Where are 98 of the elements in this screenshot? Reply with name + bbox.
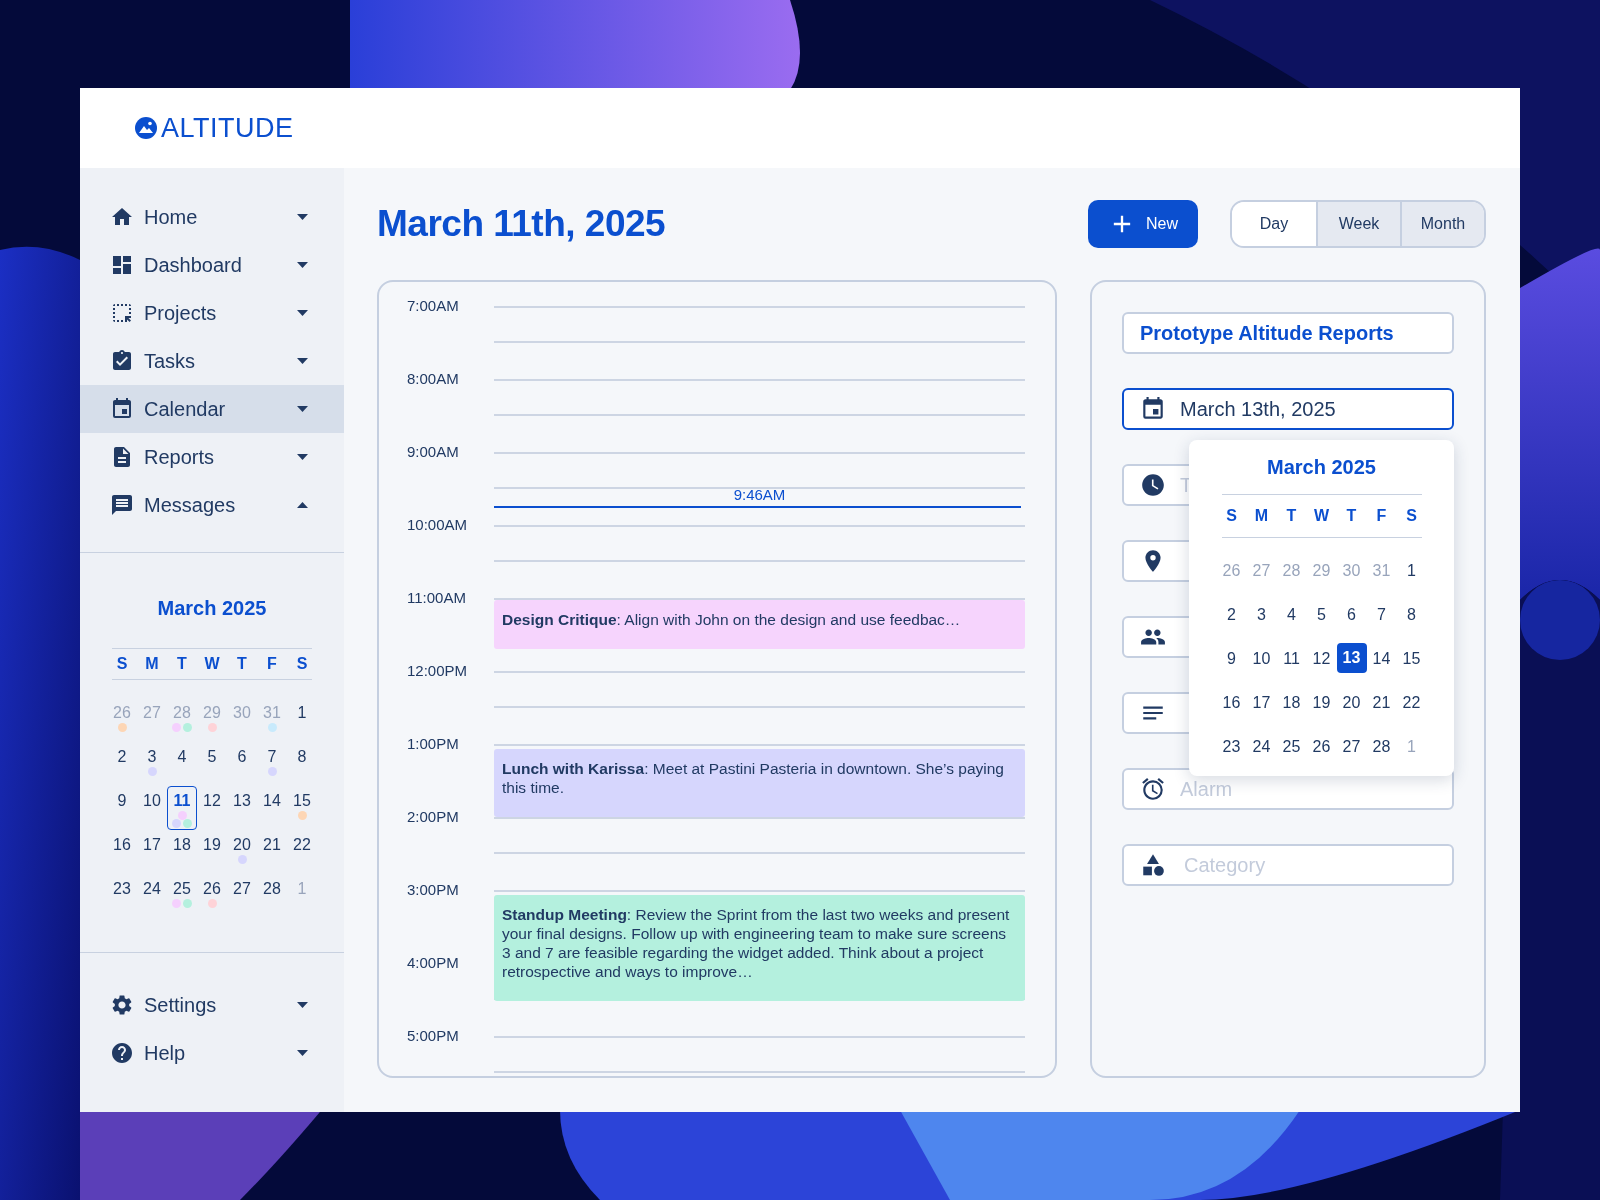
calendar-day[interactable]: 17 <box>1246 688 1277 732</box>
hour-label: 12:00PM <box>407 662 469 680</box>
calendar-title: March 2025 <box>1267 455 1376 480</box>
calendar-title: March 2025 <box>157 597 267 621</box>
calendar-day[interactable]: 26 <box>197 874 227 918</box>
nav-item[interactable]: Reports <box>80 433 344 481</box>
view-tab[interactable]: Day <box>1232 202 1316 246</box>
new-button[interactable]: New <box>1088 200 1198 248</box>
calendar-day[interactable]: 16 <box>107 830 137 874</box>
calendar-day[interactable]: 4 <box>1276 600 1307 644</box>
weekday-label: F <box>266 655 278 673</box>
hour-label: 2:00PM <box>407 808 460 826</box>
weekday-label: T <box>1345 507 1358 525</box>
calendar-day[interactable]: 4 <box>167 742 197 786</box>
weekday-label: W <box>203 655 221 673</box>
hour-label: 4:00PM <box>407 954 460 972</box>
calendar-day[interactable]: 6 <box>227 742 257 786</box>
hour-label: 11:00AM <box>407 589 467 607</box>
weekday-label: W <box>1312 507 1331 525</box>
calendar-day[interactable]: 9 <box>1216 644 1247 688</box>
calendar-day[interactable]: 25 <box>167 874 197 918</box>
calendar-day[interactable]: 28 <box>257 874 287 918</box>
calendar-day[interactable]: 11 <box>1276 644 1307 688</box>
calendar-day[interactable]: 3 <box>137 742 167 786</box>
view-tab[interactable]: Month <box>1400 202 1484 246</box>
view-tab[interactable]: Week <box>1316 202 1400 246</box>
calendar-day[interactable]: 27 <box>227 874 257 918</box>
calendar-day[interactable]: 21 <box>257 830 287 874</box>
calendar-day[interactable]: 1 <box>287 698 317 742</box>
weekday-label: T <box>236 655 248 673</box>
calendar-day[interactable]: 12 <box>1306 644 1337 688</box>
calendar-day[interactable]: 8 <box>287 742 317 786</box>
calendar-day[interactable]: 8 <box>1396 600 1427 644</box>
calendar-day[interactable]: 17 <box>137 830 167 874</box>
calendar-day[interactable]: 22 <box>1396 688 1427 732</box>
weekday-label: S <box>295 655 309 673</box>
calendar-day[interactable]: 12 <box>197 786 227 830</box>
calendar-day[interactable]: 7 <box>257 742 287 786</box>
calendar-day[interactable]: 24 <box>137 874 167 918</box>
nav-item[interactable]: Dashboard <box>80 241 344 289</box>
hour-label: 3:00PM <box>407 881 460 899</box>
calendar-day[interactable]: 19 <box>1306 688 1337 732</box>
nav-item[interactable]: Calendar <box>80 385 344 433</box>
calendar-day[interactable]: 3 <box>1246 600 1277 644</box>
calendar-day[interactable]: 6 <box>1336 600 1367 644</box>
weekday-label: T <box>176 655 188 673</box>
calendar-day[interactable]: 18 <box>1276 688 1307 732</box>
hour-label: 10:00AM <box>407 516 469 534</box>
logo-text: ALTITUDE <box>161 112 294 144</box>
calendar-day[interactable]: 2 <box>1216 600 1247 644</box>
calendar-day[interactable]: 9 <box>107 786 137 830</box>
nav-item[interactable]: Home <box>80 193 344 241</box>
hour-label: 1:00PM <box>407 735 460 753</box>
weekday-label: S <box>115 655 129 673</box>
calendar-day[interactable]: 15 <box>287 786 317 830</box>
calendar-day[interactable]: 5 <box>1306 600 1337 644</box>
page-title: March 11th, 2025 <box>377 203 667 245</box>
calendar-day[interactable]: 10 <box>1246 644 1277 688</box>
nav-item[interactable]: Messages <box>80 481 344 529</box>
calendar-day[interactable]: 20 <box>1336 688 1367 732</box>
calendar-day[interactable]: 21 <box>1366 688 1397 732</box>
calendar-day[interactable]: 16 <box>1216 688 1247 732</box>
weekday-label: M <box>1253 507 1270 525</box>
weekday-label: S <box>1225 507 1238 525</box>
calendar-day[interactable]: 18 <box>167 830 197 874</box>
calendar-day[interactable]: 2 <box>107 742 137 786</box>
hour-label: 8:00AM <box>407 370 460 388</box>
calendar-day[interactable]: 7 <box>1366 600 1397 644</box>
nav-item[interactable]: Tasks <box>80 337 344 385</box>
date-field[interactable]: March 13th, 2025 <box>1122 388 1454 430</box>
calendar-day[interactable]: 10 <box>137 786 167 830</box>
weekday-label: M <box>144 655 160 673</box>
nav-item[interactable]: Help <box>80 1029 344 1077</box>
calendar-day[interactable]: 13 <box>1336 643 1367 673</box>
calendar-day[interactable]: 13 <box>227 786 257 830</box>
nav-item[interactable]: Settings <box>80 981 344 1029</box>
event-card[interactable]: Lunch with Karissa: Meet at Pastini Pasteria in downtown. She’s paying this time. <box>494 749 1025 817</box>
hour-label: 9:00AM <box>407 443 460 461</box>
calendar-day[interactable]: 14 <box>257 786 287 830</box>
event-card[interactable]: Design Critique: Align with John on the design and use feedbac… <box>494 600 1025 649</box>
event-card[interactable]: Standup Meeting: Review the Sprint from the last two weeks and present your final designs. Follow up with engineering team to make sure screens 3 and 7 are feasible regarding the widget added. Think about a project retrospective and ways to improve… <box>494 895 1025 1001</box>
weekday-label: F <box>1375 507 1388 525</box>
hour-label: 5:00PM <box>407 1027 460 1045</box>
calendar-day[interactable]: 19 <box>197 830 227 874</box>
hour-label: 7:00AM <box>407 297 460 315</box>
calendar-day[interactable]: 15 <box>1396 644 1427 688</box>
weekday-label: S <box>1405 507 1418 525</box>
nav-item[interactable]: Projects <box>80 289 344 337</box>
weekday-label: T <box>1285 507 1298 525</box>
calendar-day[interactable]: 11 <box>167 786 197 830</box>
calendar-day[interactable]: 23 <box>107 874 137 918</box>
calendar-day[interactable]: 20 <box>227 830 257 874</box>
calendar-day[interactable]: 22 <box>287 830 317 874</box>
calendar-day[interactable]: 14 <box>1366 644 1397 688</box>
calendar-day[interactable]: 1 <box>1396 556 1427 600</box>
calendar-day[interactable]: 5 <box>197 742 227 786</box>
current-time-label: 9:46AM <box>732 486 787 504</box>
title-field[interactable]: Prototype Altitude Reports <box>1122 312 1454 354</box>
